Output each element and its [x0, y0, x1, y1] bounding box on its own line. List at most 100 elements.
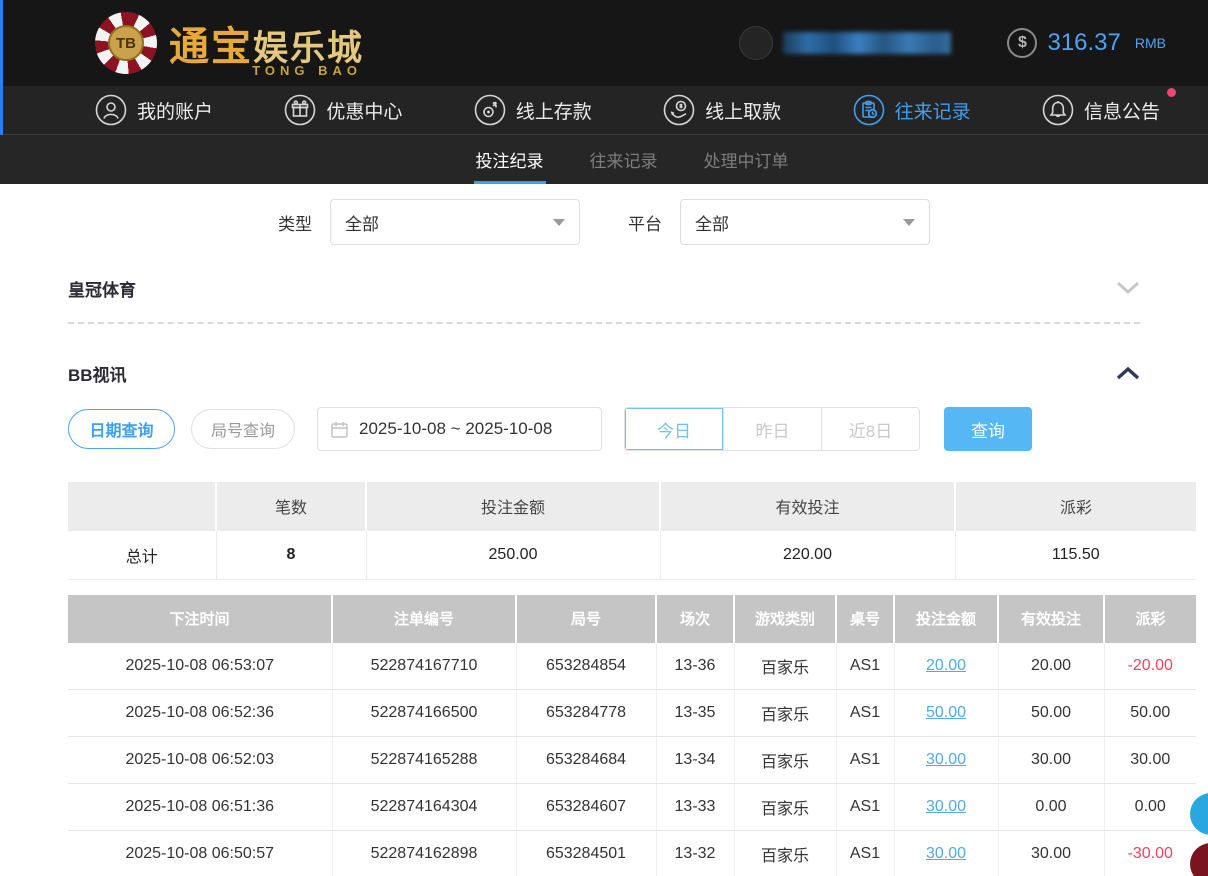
section-divider: [68, 322, 1140, 324]
type-select[interactable]: 全部: [330, 199, 580, 245]
cell-table-number: AS1: [836, 643, 894, 690]
main-nav: 我的账户 优惠中心 线上存款 线上取款: [0, 86, 1208, 135]
cell-game-type: 百家乐: [734, 784, 836, 831]
platform-filter-group: 平台 全部: [628, 199, 930, 245]
cell-bet-amount[interactable]: 30.00: [894, 737, 998, 784]
cell-bet-time: 2025-10-08 06:52:36: [68, 690, 332, 737]
cell-order-number: 522874167710: [332, 643, 516, 690]
nav-label: 信息公告: [1084, 97, 1160, 124]
header-order-number: 注单编号: [332, 595, 516, 643]
chevron-up-icon[interactable]: [1116, 366, 1140, 380]
balance-display[interactable]: $ 316.37 RMB: [1007, 28, 1166, 58]
calendar-icon: [330, 420, 349, 439]
platform-select[interactable]: 全部: [680, 199, 930, 245]
nav-item-my-account[interactable]: 我的账户: [95, 94, 213, 126]
tab-bet-records[interactable]: 投注纪录: [474, 135, 546, 184]
cell-bet-time: 2025-10-08 06:51:36: [68, 784, 332, 831]
bet-amount-link[interactable]: 20.00: [926, 657, 966, 674]
date-query-button[interactable]: 日期查询: [68, 409, 175, 449]
chevron-down-icon: [553, 219, 565, 226]
summary-total-row: 总计 8 250.00 220.00 115.50: [68, 530, 1196, 579]
today-button[interactable]: 今日: [625, 408, 723, 450]
cell-session: 13-35: [656, 690, 734, 737]
top-header: TB 通宝娱乐城 TONG BAO $ 316.37 RMB: [0, 0, 1208, 86]
bet-amount-link[interactable]: 30.00: [926, 751, 966, 768]
cell-bet-amount[interactable]: 50.00: [894, 690, 998, 737]
header-bet-time: 下注时间: [68, 595, 332, 643]
brand-name-latin: TONG BAO: [252, 63, 362, 78]
cell-bet-time: 2025-10-08 06:50:57: [68, 831, 332, 876]
nav-label: 线上取款: [705, 97, 781, 124]
type-filter-label: 类型: [278, 210, 312, 235]
bb-query-controls: 日期查询 局号查询 2025-10-08 ~ 2025-10-08 今日 昨日 …: [68, 407, 1140, 451]
nav-label: 往来记录: [895, 97, 971, 124]
cell-bet-amount[interactable]: 30.00: [894, 784, 998, 831]
cell-table-number: AS1: [836, 737, 894, 784]
cell-order-number: 522874165288: [332, 737, 516, 784]
cell-bet-time: 2025-10-08 06:52:03: [68, 737, 332, 784]
date-range-picker[interactable]: 2025-10-08 ~ 2025-10-08: [317, 407, 602, 451]
cell-bet-amount[interactable]: 30.00: [894, 831, 998, 876]
chevron-down-icon[interactable]: [1116, 281, 1140, 295]
cell-bet-time: 2025-10-08 06:53:07: [68, 643, 332, 690]
cell-order-number: 522874164304: [332, 784, 516, 831]
deposit-icon: [474, 94, 506, 126]
bet-amount-link[interactable]: 50.00: [926, 704, 966, 721]
summary-bet-amount-value: 250.00: [366, 530, 660, 579]
header-valid-bet: 有效投注: [998, 595, 1104, 643]
summary-header-bet-amount: 投注金额: [366, 482, 660, 530]
yesterday-button[interactable]: 昨日: [723, 408, 821, 450]
nav-item-transaction-records[interactable]: 往来记录: [853, 94, 971, 126]
cell-game-type: 百家乐: [734, 737, 836, 784]
username-redacted: [783, 32, 951, 54]
header-round-number: 局号: [516, 595, 656, 643]
header-game-type: 游戏类别: [734, 595, 836, 643]
tab-transaction-records[interactable]: 往来记录: [588, 135, 660, 184]
summary-table: 笔数 投注金额 有效投注 派彩 总计 8 250.00 220.00 115.5…: [68, 482, 1196, 580]
date-range-value: 2025-10-08 ~ 2025-10-08: [359, 419, 552, 439]
brand-logo[interactable]: TB 通宝娱乐城 TONG BAO: [95, 12, 364, 74]
cell-valid-bet: 30.00: [998, 831, 1104, 876]
nav-item-announcements[interactable]: 信息公告: [1042, 94, 1160, 126]
search-button[interactable]: 查询: [944, 407, 1032, 451]
cell-payout: 0.00: [1104, 784, 1196, 831]
last8days-button[interactable]: 近8日: [821, 408, 919, 450]
cell-payout: 50.00: [1104, 690, 1196, 737]
cell-game-type: 百家乐: [734, 690, 836, 737]
notification-badge: [1167, 88, 1176, 97]
cell-round-number: 653284501: [516, 831, 656, 876]
summary-header-row: 笔数 投注金额 有效投注 派彩: [68, 482, 1196, 530]
balance-amount: 316.37: [1047, 29, 1120, 57]
section-bb-video[interactable]: BB视讯: [68, 362, 1140, 384]
brand-name-part1: 通宝: [169, 25, 253, 69]
quick-range-group: 今日 昨日 近8日: [624, 407, 920, 451]
nav-item-promotions[interactable]: 优惠中心: [284, 94, 402, 126]
section-crown-sports[interactable]: 皇冠体育: [68, 277, 1140, 299]
cell-session: 13-34: [656, 737, 734, 784]
tab-pending-orders[interactable]: 处理中订单: [702, 135, 791, 184]
user-account[interactable]: [739, 26, 951, 60]
nav-item-withdraw[interactable]: 线上取款: [663, 94, 781, 126]
bet-amount-link[interactable]: 30.00: [926, 798, 966, 815]
cell-payout: -20.00: [1104, 643, 1196, 690]
bet-amount-link[interactable]: 30.00: [926, 845, 966, 862]
bet-records-table: 下注时间 注单编号 局号 场次 游戏类别 桌号 投注金额 有效投注 派彩 202…: [68, 595, 1196, 876]
summary-payout-value: 115.50: [955, 530, 1196, 579]
cell-order-number: 522874166500: [332, 690, 516, 737]
bet-table-header-row: 下注时间 注单编号 局号 场次 游戏类别 桌号 投注金额 有效投注 派彩: [68, 595, 1196, 643]
summary-count-value: 8: [216, 530, 366, 579]
cell-valid-bet: 50.00: [998, 690, 1104, 737]
content-area: 类型 全部 平台 全部 皇冠体育 BB视讯 日期查询 局号查询: [0, 199, 1208, 876]
round-query-button[interactable]: 局号查询: [191, 409, 295, 449]
summary-header-count: 笔数: [216, 482, 366, 530]
nav-item-deposit[interactable]: 线上存款: [474, 94, 592, 126]
avatar: [739, 26, 773, 60]
casino-chip-icon: TB: [95, 12, 157, 74]
header-session: 场次: [656, 595, 734, 643]
table-row: 2025-10-08 06:50:57522874162898653284501…: [68, 831, 1196, 876]
records-icon: [853, 94, 885, 126]
summary-header-empty: [68, 482, 216, 530]
cell-bet-amount[interactable]: 20.00: [894, 643, 998, 690]
bb-video-title: BB视讯: [68, 361, 127, 386]
header-payout: 派彩: [1104, 595, 1196, 643]
